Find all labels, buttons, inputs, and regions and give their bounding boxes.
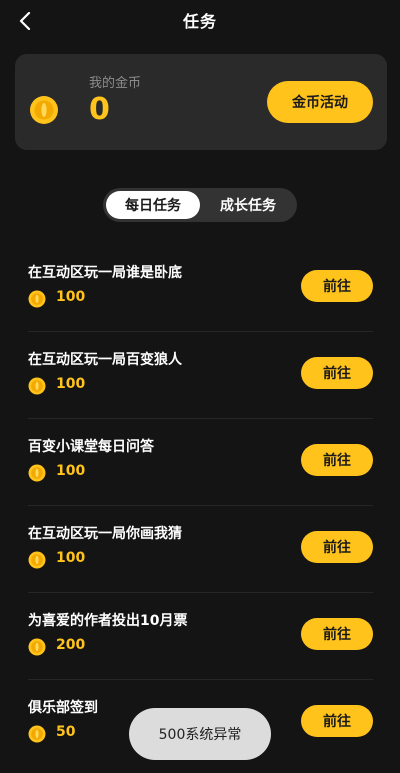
- coin-activity-button[interactable]: 金币活动: [267, 81, 373, 123]
- task-reward: 200: [56, 637, 86, 653]
- divider: [28, 331, 373, 332]
- divider: [28, 418, 373, 419]
- top-bar: 任务: [0, 0, 400, 42]
- task-tabs: 每日任务 成长任务: [103, 188, 297, 222]
- tab-daily-tasks[interactable]: 每日任务: [106, 191, 200, 219]
- go-button[interactable]: 前往: [301, 270, 373, 302]
- divider: [28, 592, 373, 593]
- go-button[interactable]: 前往: [301, 444, 373, 476]
- gold-coin-icon: [28, 290, 46, 308]
- task-reward: 100: [56, 550, 86, 566]
- task-title: 在互动区玩一局谁是卧底: [28, 265, 182, 281]
- task-reward: 100: [56, 289, 86, 305]
- wallet-label: 我的金币: [89, 76, 142, 91]
- coin-balance: 0: [89, 92, 110, 127]
- go-button[interactable]: 前往: [301, 705, 373, 737]
- task-page: 任务 我的金币 0 金币活动 每日任务 成长任务 在互动区玩一局谁是卧底 100…: [0, 0, 400, 773]
- gold-coin-icon: [30, 96, 58, 124]
- error-toast: 500系统异常: [129, 708, 271, 760]
- task-reward: 100: [56, 376, 86, 392]
- task-item: 在互动区玩一局你画我猜 100 前往: [28, 507, 373, 593]
- tab-growth-tasks[interactable]: 成长任务: [201, 191, 295, 219]
- task-title: 在互动区玩一局百变狼人: [28, 352, 182, 368]
- gold-coin-icon: [28, 638, 46, 656]
- task-item: 在互动区玩一局谁是卧底 100 前往: [28, 246, 373, 332]
- task-reward: 50: [56, 724, 76, 740]
- task-title: 为喜爱的作者投出10月票: [28, 613, 188, 629]
- go-button[interactable]: 前往: [301, 357, 373, 389]
- go-button[interactable]: 前往: [301, 531, 373, 563]
- wallet-card: 我的金币 0 金币活动: [15, 54, 387, 150]
- task-item: 百变小课堂每日问答 100 前往: [28, 420, 373, 506]
- divider: [28, 679, 373, 680]
- gold-coin-icon: [28, 464, 46, 482]
- page-title: 任务: [182, 12, 217, 31]
- task-title: 在互动区玩一局你画我猜: [28, 526, 182, 542]
- gold-coin-icon: [28, 725, 46, 743]
- task-title: 俱乐部签到: [28, 700, 98, 716]
- go-button[interactable]: 前往: [301, 618, 373, 650]
- task-reward: 100: [56, 463, 86, 479]
- gold-coin-icon: [28, 551, 46, 569]
- task-title: 百变小课堂每日问答: [28, 439, 154, 455]
- divider: [28, 505, 373, 506]
- task-item: 在互动区玩一局百变狼人 100 前往: [28, 333, 373, 419]
- task-item: 为喜爱的作者投出10月票 200 前往: [28, 594, 373, 680]
- gold-coin-icon: [28, 377, 46, 395]
